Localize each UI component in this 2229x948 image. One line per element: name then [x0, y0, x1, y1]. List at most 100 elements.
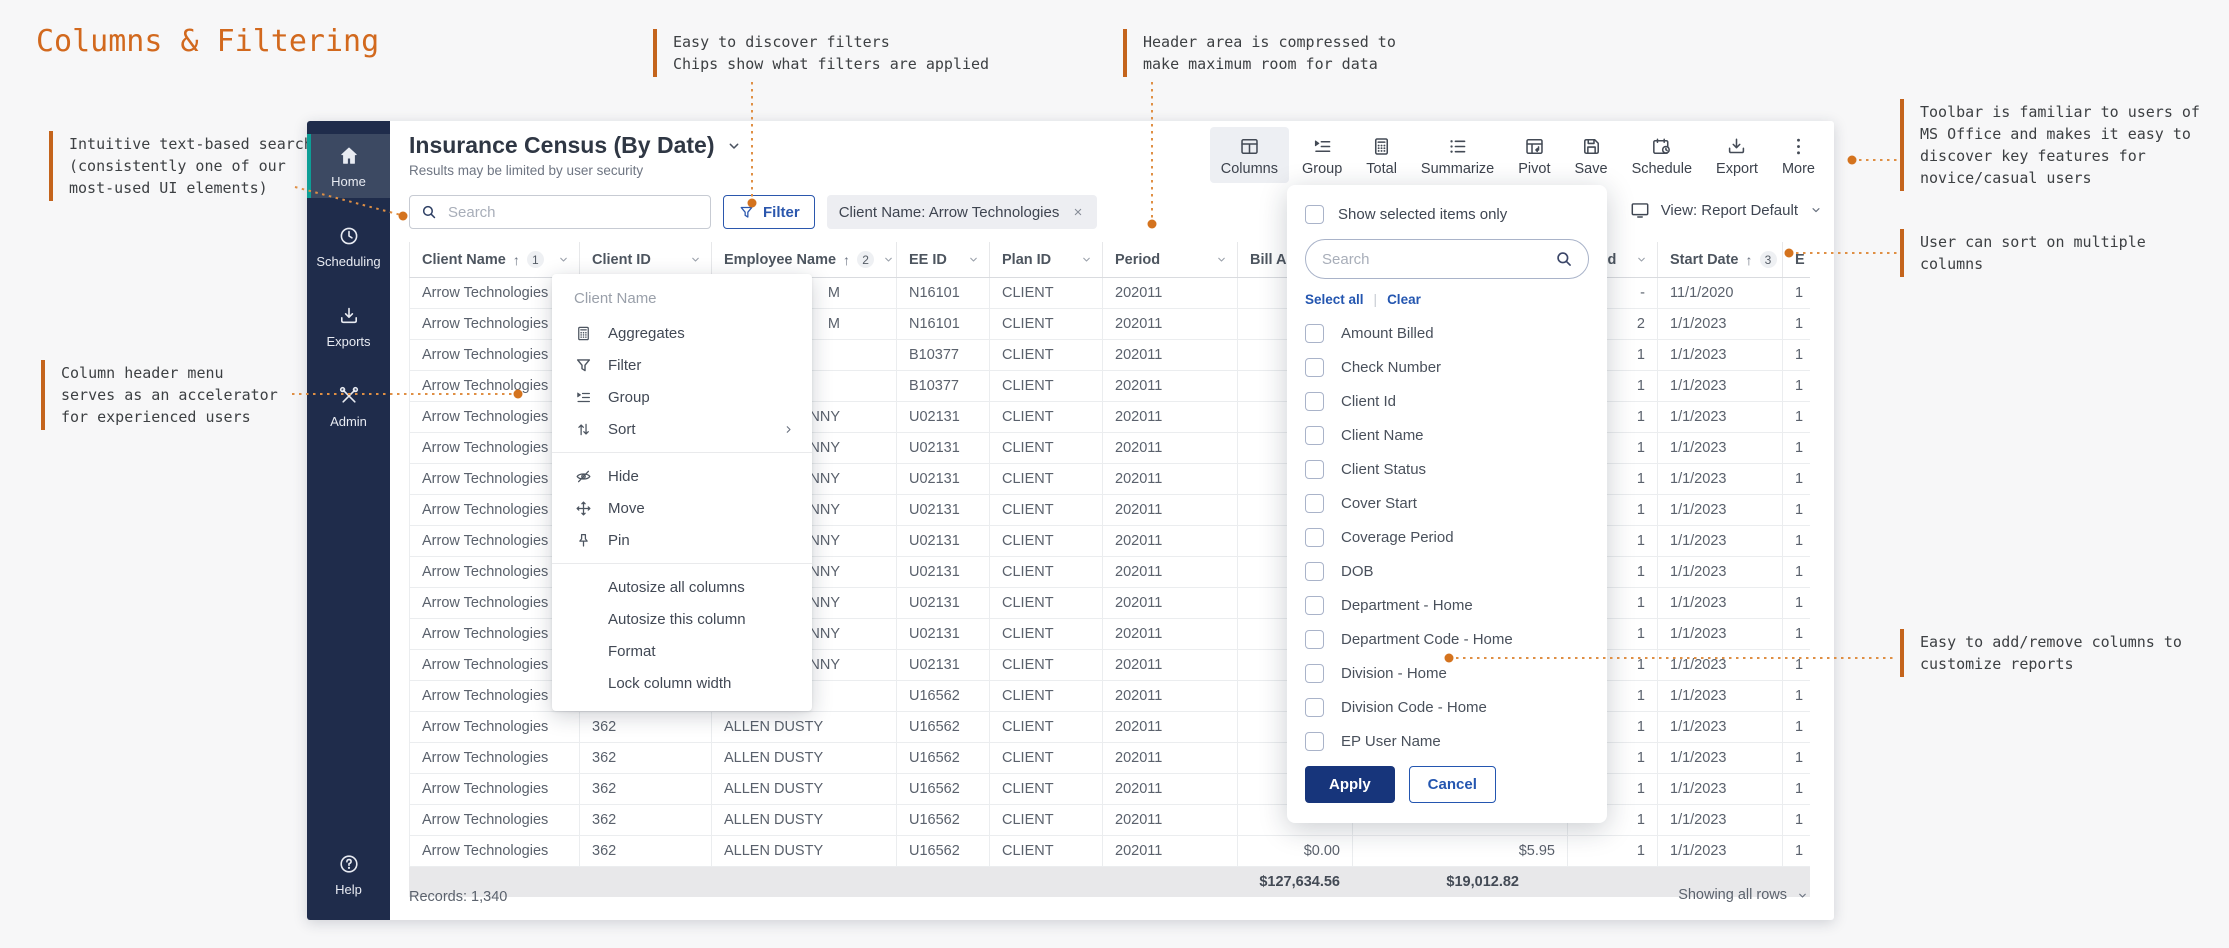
panel-item[interactable]: Division Code - Home — [1305, 690, 1589, 724]
chevron-down-icon[interactable] — [688, 252, 703, 267]
checkbox[interactable] — [1305, 698, 1324, 717]
checkbox[interactable] — [1305, 596, 1324, 615]
panel-search-input[interactable] — [1320, 250, 1554, 269]
table-cell: 1/1/2023 — [1658, 743, 1783, 773]
column-header-plan-id[interactable]: Plan ID — [990, 242, 1103, 277]
apply-button[interactable]: Apply — [1305, 766, 1395, 803]
menu-item-label: Move — [608, 500, 645, 517]
sidebar-item-exports[interactable]: Exports — [307, 294, 390, 358]
panel-item[interactable]: Department - Home — [1305, 588, 1589, 622]
view-selector[interactable]: View: Report Default — [1629, 199, 1824, 221]
totals-cell: $127,634.56 — [1237, 867, 1352, 897]
list-icon — [1446, 135, 1469, 158]
checkbox[interactable] — [1305, 528, 1324, 547]
menu-item-pin[interactable]: Pin — [552, 524, 812, 556]
clear-link[interactable]: Clear — [1387, 292, 1421, 307]
toolbar-total-button[interactable]: Total — [1355, 127, 1408, 183]
panel-item[interactable]: Check Number — [1305, 350, 1589, 384]
menu-item-group[interactable]: Group — [552, 381, 812, 413]
panel-item[interactable]: Client Name — [1305, 418, 1589, 452]
chevron-down-icon[interactable] — [881, 252, 896, 267]
menu-item-autosize-this[interactable]: Autosize this column — [552, 603, 812, 635]
report-title[interactable]: Insurance Census (By Date) — [409, 132, 744, 159]
menu-item-autosize-all[interactable]: Autosize all columns — [552, 571, 812, 603]
sidebar-item-scheduling[interactable]: Scheduling — [307, 214, 390, 278]
sidebar-item-home[interactable]: Home — [307, 134, 390, 198]
toolbar-summarize-button[interactable]: Summarize — [1410, 127, 1505, 183]
table-cell: ALLEN DUSTY — [712, 836, 897, 866]
column-header-clipped[interactable]: E — [1783, 242, 1810, 277]
column-header-client-id[interactable]: Client ID — [580, 242, 712, 277]
menu-item-move[interactable]: Move — [552, 492, 812, 524]
panel-search-box[interactable] — [1305, 239, 1589, 279]
panel-item[interactable]: Coverage Period — [1305, 520, 1589, 554]
cancel-button[interactable]: Cancel — [1409, 766, 1496, 803]
panel-item[interactable]: EP User Name — [1305, 724, 1589, 758]
search-input[interactable] — [446, 203, 700, 222]
panel-item[interactable]: Client Status — [1305, 452, 1589, 486]
table-cell: 202011 — [1103, 278, 1238, 308]
toolbar-group-button[interactable]: Group — [1291, 127, 1353, 183]
panel-item[interactable]: Division - Home — [1305, 656, 1589, 690]
toolbar-save-button[interactable]: Save — [1564, 127, 1619, 183]
table-cell: 202011 — [1103, 557, 1238, 587]
panel-item[interactable]: Amount Billed — [1305, 316, 1589, 350]
close-icon[interactable] — [1071, 205, 1085, 219]
menu-item-sort[interactable]: Sort — [552, 413, 812, 445]
panel-item[interactable]: DOB — [1305, 554, 1589, 588]
select-all-link[interactable]: Select all — [1305, 292, 1364, 307]
search-box[interactable] — [409, 195, 711, 229]
column-header-period[interactable]: Period — [1103, 242, 1238, 277]
toolbar-export-button[interactable]: Export — [1705, 127, 1769, 183]
chevron-down-icon[interactable] — [724, 136, 744, 156]
chevron-down-icon[interactable] — [1214, 252, 1229, 267]
sidebar-item-admin[interactable]: Admin — [307, 374, 390, 438]
panel-item[interactable]: Department Code - Home — [1305, 622, 1589, 656]
checkbox[interactable] — [1305, 494, 1324, 513]
table-cell: 202011 — [1103, 402, 1238, 432]
toolbar-schedule-button[interactable]: Schedule — [1621, 127, 1703, 183]
toolbar-pivot-button[interactable]: Pivot — [1507, 127, 1561, 183]
chevron-down-icon[interactable] — [966, 252, 981, 267]
column-header-client-name[interactable]: Client Name ↑ 1 — [410, 242, 580, 277]
checkbox[interactable] — [1305, 205, 1324, 224]
chevron-down-icon[interactable] — [1634, 252, 1649, 267]
table-row[interactable]: Arrow Technologies362ALLEN DUSTYU16562CL… — [409, 836, 1810, 867]
sidebar-item-help[interactable]: Help — [307, 842, 390, 906]
menu-item-format[interactable]: Format — [552, 635, 812, 667]
panel-item-label: EP User Name — [1341, 733, 1441, 750]
menu-item-hide[interactable]: Hide — [552, 460, 812, 492]
table-cell: 1/1/2023 — [1658, 836, 1783, 866]
table-cell: B10377 — [897, 371, 990, 401]
chevron-down-icon[interactable] — [1079, 252, 1094, 267]
chevron-down-icon[interactable] — [556, 252, 571, 267]
menu-item-lock-width[interactable]: Lock column width — [552, 667, 812, 699]
checkbox[interactable] — [1305, 562, 1324, 581]
panel-list: Amount BilledCheck NumberClient IdClient… — [1305, 316, 1589, 780]
column-header-ee-id[interactable]: EE ID — [897, 242, 990, 277]
checkbox[interactable] — [1305, 460, 1324, 479]
panel-buttons: Apply Cancel — [1305, 766, 1496, 803]
menu-item-filter[interactable]: Filter — [552, 349, 812, 381]
checkbox[interactable] — [1305, 358, 1324, 377]
filter-button[interactable]: Filter — [723, 195, 815, 229]
column-header-employee-name[interactable]: Employee Name ↑ 2 — [712, 242, 897, 277]
menu-item-aggregates[interactable]: Aggregates — [552, 317, 812, 349]
panel-item[interactable]: Client Id — [1305, 384, 1589, 418]
checkbox[interactable] — [1305, 392, 1324, 411]
showing-rows-label: Showing all rows — [1678, 887, 1787, 903]
panel-item[interactable]: Cover Start — [1305, 486, 1589, 520]
filter-chip[interactable]: Client Name: Arrow Technologies — [827, 195, 1098, 229]
show-selected-row[interactable]: Show selected items only — [1305, 205, 1589, 224]
checkbox[interactable] — [1305, 664, 1324, 683]
checkbox[interactable] — [1305, 426, 1324, 445]
toolbar-more-button[interactable]: More — [1771, 127, 1826, 183]
checkbox[interactable] — [1305, 630, 1324, 649]
table-cell: 202011 — [1103, 340, 1238, 370]
checkbox[interactable] — [1305, 732, 1324, 751]
toolbar-columns-button[interactable]: Columns — [1210, 127, 1289, 183]
checkbox[interactable] — [1305, 324, 1324, 343]
column-header-start-date[interactable]: Start Date ↑ 3 — [1658, 242, 1783, 277]
column-header-label: Client ID — [592, 252, 651, 268]
showing-rows-selector[interactable]: Showing all rows — [1678, 887, 1810, 903]
